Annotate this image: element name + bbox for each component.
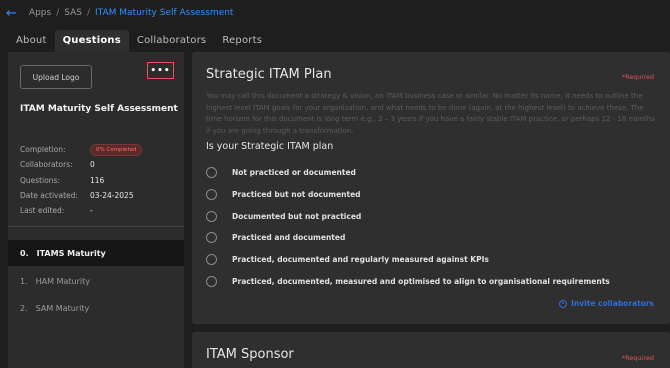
info-label: Date activated:	[20, 191, 78, 201]
option-label: Not practiced or documented	[232, 168, 356, 178]
answer-option[interactable]: Not practiced or documented	[206, 162, 656, 184]
section-label: SAM Maturity	[35, 303, 90, 313]
radio-button[interactable]	[206, 232, 217, 244]
answer-option[interactable]: Practiced, documented and regularly meas…	[206, 249, 656, 271]
section-item-sam-maturity[interactable]: 2. SAM Maturity	[8, 295, 184, 321]
info-row-completion: Completion: 0% Completed	[20, 142, 180, 157]
tab-collaborators[interactable]: Collaborators	[129, 30, 214, 52]
info-value: 0	[90, 160, 95, 170]
sidebar-divider	[8, 226, 184, 227]
info-row-date-activated: Date activated: 03-24-2025	[20, 188, 180, 203]
info-value: 03-24-2025	[90, 191, 134, 201]
answer-option[interactable]: Practiced but not documented	[206, 184, 656, 206]
radio-button[interactable]	[206, 167, 217, 179]
info-value: 116	[90, 175, 105, 185]
assessment-title: ITAM Maturity Self Assessment	[20, 104, 178, 114]
radio-button[interactable]	[206, 275, 217, 287]
section-item-itams-maturity[interactable]: 0. ITAMS Maturity	[8, 240, 184, 266]
section-number: 0.	[20, 248, 29, 258]
info-label: Questions:	[20, 175, 60, 185]
question-card: ITAM Sponsor *Required	[192, 332, 670, 368]
completion-badge: 0% Completed	[90, 143, 143, 156]
info-label: Completion:	[20, 145, 66, 155]
assessment-sidebar: Upload Logo ••• ITAM Maturity Self Asses…	[8, 52, 184, 368]
upload-logo-button[interactable]: Upload Logo	[20, 65, 92, 89]
info-row-collaborators: Collaborators: 0	[20, 157, 180, 172]
question-title: ITAM Sponsor	[206, 347, 294, 362]
section-number: 2.	[20, 303, 28, 313]
info-row-last-edited: Last edited: -	[20, 203, 180, 218]
tab-reports[interactable]: Reports	[214, 30, 270, 52]
answer-options: Not practiced or documented Practiced bu…	[206, 162, 656, 292]
tab-questions[interactable]: Questions	[54, 30, 129, 52]
breadcrumb-separator: /	[86, 8, 91, 18]
required-label: *Required	[621, 73, 654, 81]
answer-option[interactable]: Practiced and documented	[206, 227, 656, 249]
question-card: Strategic ITAM Plan *Required You may ca…	[192, 52, 670, 324]
section-item-ham-maturity[interactable]: 1. HAM Maturity	[8, 268, 184, 294]
radio-button[interactable]	[206, 254, 217, 266]
info-label: Collaborators:	[20, 160, 73, 170]
section-label: HAM Maturity	[35, 276, 90, 286]
more-options-button[interactable]: •••	[147, 62, 174, 79]
tab-about[interactable]: About	[8, 30, 55, 52]
breadcrumb-sas[interactable]: SAS	[64, 8, 82, 18]
answer-option[interactable]: Documented but not practiced	[206, 205, 656, 227]
info-value: -	[90, 206, 93, 216]
radio-button[interactable]	[206, 189, 217, 201]
section-number: 1.	[20, 276, 28, 286]
info-label: Last edited:	[20, 206, 65, 216]
breadcrumb: ← Apps / SAS / ITAM Maturity Self Assess…	[0, 0, 670, 26]
breadcrumb-apps[interactable]: Apps	[29, 8, 51, 18]
question-prompt: Is your Strategic ITAM plan	[206, 141, 334, 152]
required-label: *Required	[621, 354, 654, 362]
invite-collaborators-link[interactable]: Invite collaborators	[559, 299, 654, 308]
option-label: Documented but not practiced	[232, 211, 362, 221]
section-label: ITAMS Maturity	[36, 248, 106, 258]
invite-label: Invite collaborators	[571, 299, 654, 308]
answer-option[interactable]: Practiced, documented, measured and opti…	[206, 270, 656, 292]
arrow-left-icon[interactable]: ←	[6, 7, 17, 20]
option-label: Practiced but not documented	[232, 190, 361, 200]
option-label: Practiced and documented	[232, 233, 346, 243]
radio-button[interactable]	[206, 210, 217, 222]
question-description: You may call this document a strategy & …	[206, 92, 655, 135]
breadcrumb-separator: /	[56, 8, 60, 18]
breadcrumb-current: ITAM Maturity Self Assessment	[95, 8, 234, 18]
assessment-info: Completion: 0% Completed Collaborators: …	[20, 142, 180, 218]
user-add-icon	[559, 299, 568, 308]
tab-bar: About Questions Collaborators Reports	[8, 30, 270, 52]
info-row-questions: Questions: 116	[20, 173, 180, 188]
question-title: Strategic ITAM Plan	[206, 67, 332, 82]
option-label: Practiced, documented, measured and opti…	[232, 276, 610, 286]
option-label: Practiced, documented and regularly meas…	[232, 255, 489, 265]
